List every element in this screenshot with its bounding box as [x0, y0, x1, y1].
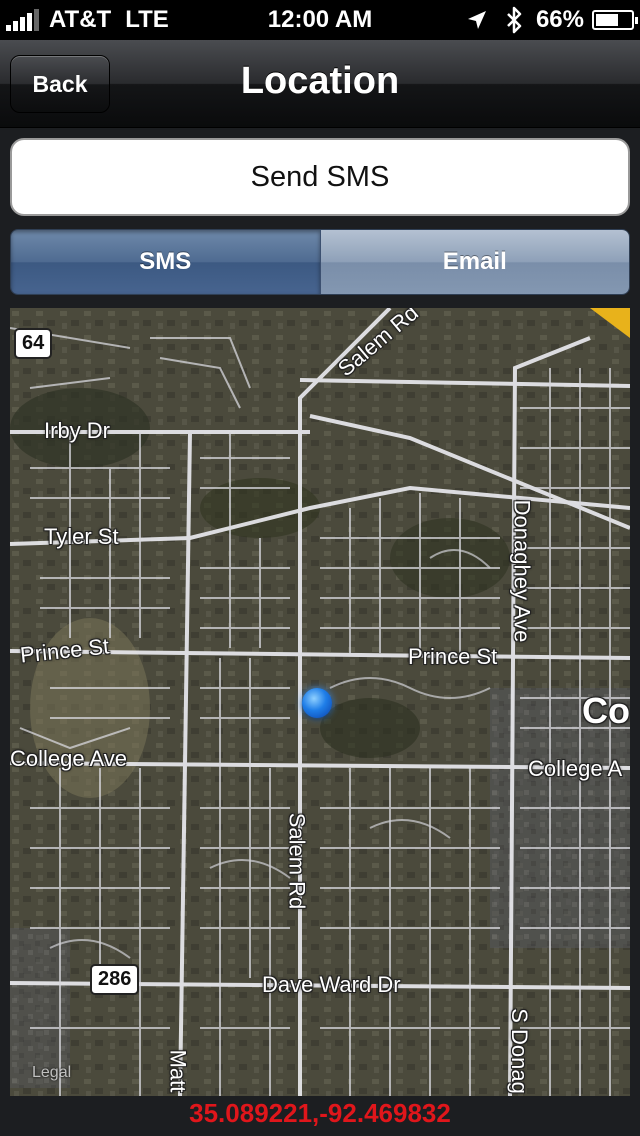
current-location-pin[interactable] [302, 688, 332, 718]
bluetooth-icon [507, 6, 522, 34]
map-label-salem-rd: Salem Rd [284, 812, 310, 910]
navigation-bar: Back Location [0, 40, 640, 128]
satellite-map[interactable]: Salem Rd Irby Dr Tyler St Prince St Prin… [10, 308, 630, 1096]
segment-email[interactable]: Email [319, 230, 629, 294]
map-label-college-ave-left: College Ave [10, 746, 128, 771]
share-method-segmented-control: SMS Email [10, 229, 630, 295]
map-label-irby-dr: Irby Dr [44, 418, 110, 443]
coordinates-label: 35.089221,-92.469832 [189, 1098, 451, 1128]
battery-fill [596, 14, 619, 26]
battery-icon [592, 10, 638, 30]
page-title: Location [240, 60, 400, 102]
map-label-dave-ward-dr: Dave Ward Dr [262, 972, 401, 997]
legal-link[interactable]: Legal [32, 1064, 71, 1082]
map-label-college-ave-right: College A [528, 756, 623, 781]
segment-sms[interactable]: SMS [11, 230, 320, 294]
us-64-shield: 64 [14, 328, 53, 359]
hwy-286-shield: 286 [90, 964, 140, 995]
battery-percent: 66% [535, 6, 584, 33]
status-right: 66% [466, 6, 638, 34]
map-label-s-donaghey: S Donag [506, 1008, 532, 1094]
map-label-donaghey-ave: Donaghey Ave [509, 499, 535, 643]
status-bar: AT&T LTE 12:00 AM 66% [0, 0, 640, 40]
map-label-tyler-st: Tyler St [44, 524, 119, 549]
map-label-city: Co [582, 690, 630, 731]
location-arrow-icon [467, 11, 486, 29]
send-sms-button[interactable]: Send SMS [10, 138, 630, 216]
map-label-matt: Matt [165, 1049, 191, 1093]
map-label-prince-st-right: Prince St [408, 644, 498, 669]
content-area: Send SMS SMS Email Salem Rd Irby Dr Tyle… [0, 128, 640, 1136]
